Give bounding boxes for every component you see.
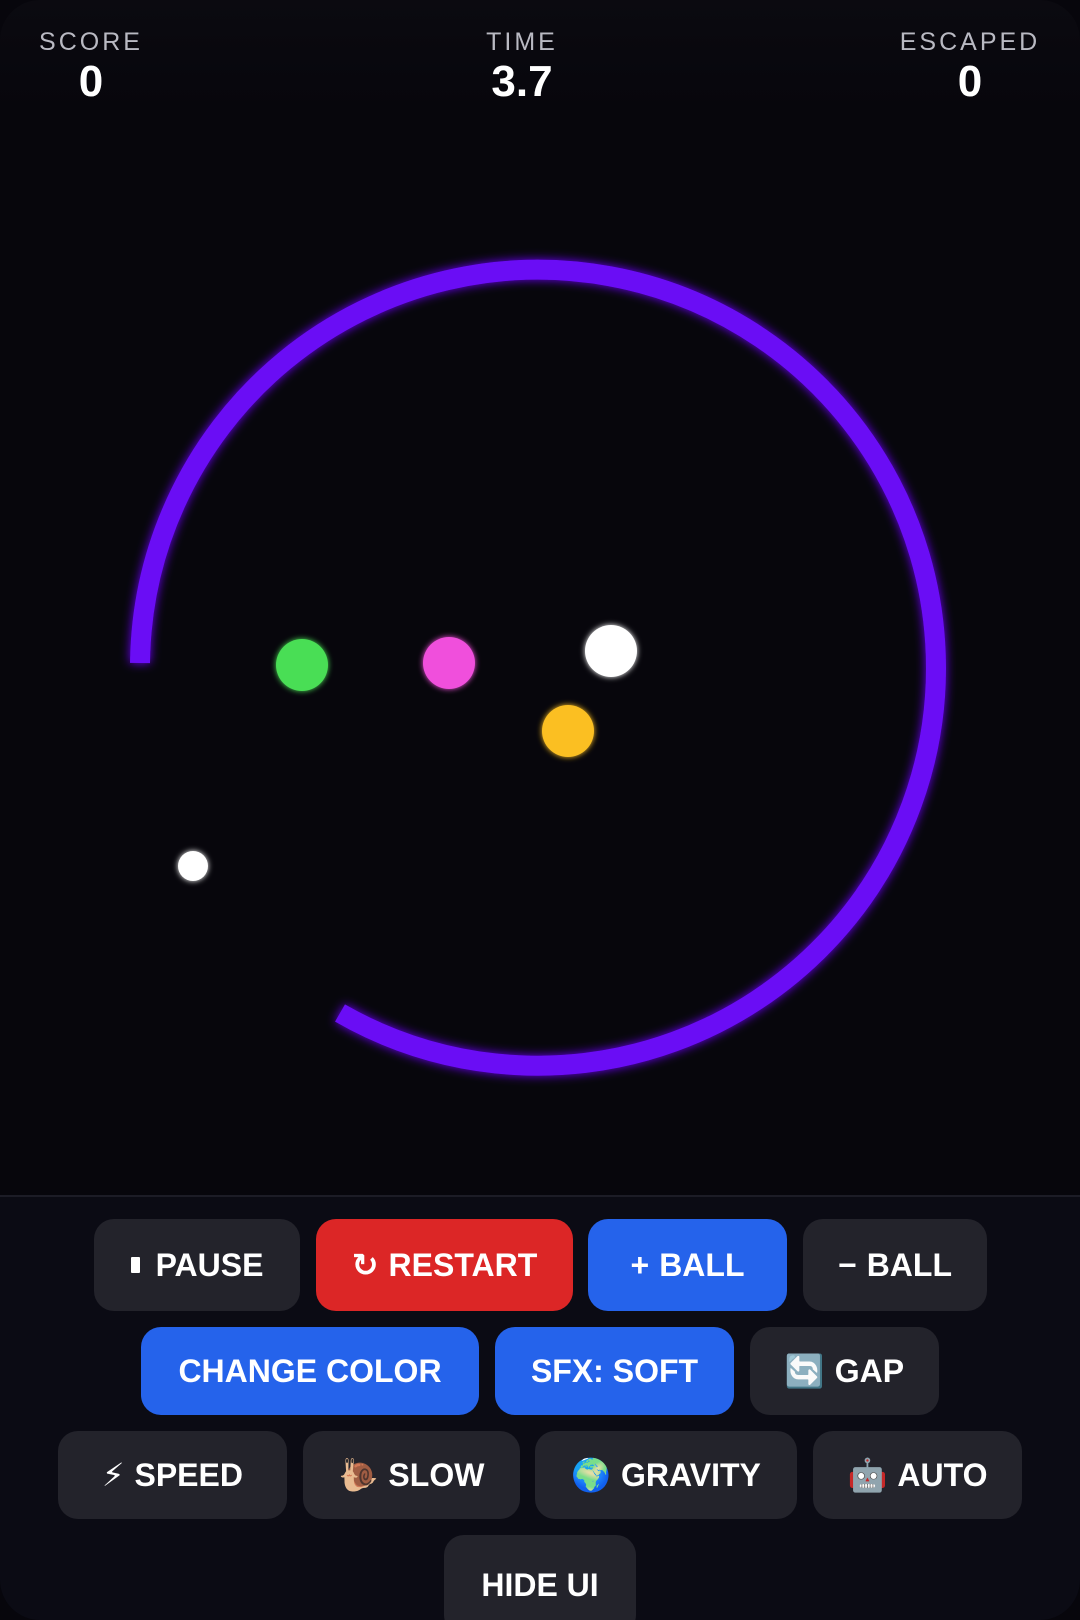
pause-icon bbox=[130, 1257, 140, 1273]
control-panel: PAUSE ↻ RESTART + BALL − BALL CHANGE COL… bbox=[0, 1195, 1080, 1620]
slow-label: SLOW bbox=[388, 1456, 485, 1493]
hide-ui-label: HIDE UI bbox=[481, 1566, 599, 1603]
change-color-label: CHANGE COLOR bbox=[178, 1352, 442, 1389]
small-white-ball bbox=[178, 851, 208, 881]
add-ball-label: BALL bbox=[659, 1246, 745, 1283]
pause-label: PAUSE bbox=[155, 1246, 264, 1283]
lightning-icon: ⚡ bbox=[102, 1457, 125, 1493]
add-ball-button[interactable]: + BALL bbox=[588, 1219, 787, 1311]
yellow-ball bbox=[542, 705, 594, 757]
restart-label: RESTART bbox=[388, 1246, 538, 1283]
green-ball bbox=[276, 639, 328, 691]
plus-icon: + bbox=[630, 1246, 650, 1283]
globe-icon: 🌍 bbox=[571, 1457, 611, 1493]
game-frame: SCORE 0 TIME 3.7 ESCAPED 0 PAUSE ↻ RESTA… bbox=[0, 0, 1080, 1620]
cycle-icon: 🔄 bbox=[784, 1353, 825, 1389]
gravity-button[interactable]: 🌍 GRAVITY bbox=[535, 1431, 797, 1519]
pink-ball bbox=[423, 637, 475, 689]
snail-icon: 🐌 bbox=[338, 1457, 379, 1493]
gap-button[interactable]: 🔄 GAP bbox=[750, 1327, 939, 1415]
arena-canvas bbox=[130, 259, 946, 1076]
gravity-label: GRAVITY bbox=[620, 1456, 761, 1493]
game-arena[interactable] bbox=[0, 110, 1080, 1195]
restart-button[interactable]: ↻ RESTART bbox=[316, 1219, 573, 1311]
gap-label: GAP bbox=[834, 1352, 905, 1389]
robot-icon: 🤖 bbox=[847, 1457, 888, 1493]
speed-label: SPEED bbox=[134, 1456, 243, 1493]
ring-arc bbox=[130, 259, 946, 1076]
remove-ball-button[interactable]: − BALL bbox=[803, 1219, 987, 1311]
restart-icon: ↻ bbox=[351, 1247, 379, 1283]
speed-button[interactable]: ⚡ SPEED bbox=[58, 1431, 287, 1519]
sfx-label: SFX: SOFT bbox=[530, 1352, 699, 1389]
auto-label: AUTO bbox=[897, 1456, 988, 1493]
slow-button[interactable]: 🐌 SLOW bbox=[303, 1431, 520, 1519]
pause-button[interactable]: PAUSE bbox=[94, 1219, 300, 1311]
hide-ui-button[interactable]: HIDE UI bbox=[444, 1535, 636, 1620]
auto-button[interactable]: 🤖 AUTO bbox=[813, 1431, 1022, 1519]
sfx-button[interactable]: SFX: SOFT bbox=[495, 1327, 734, 1415]
white-ball bbox=[585, 625, 637, 677]
minus-icon: − bbox=[838, 1246, 857, 1283]
remove-ball-label: BALL bbox=[866, 1246, 952, 1283]
change-color-button[interactable]: CHANGE COLOR bbox=[141, 1327, 479, 1415]
